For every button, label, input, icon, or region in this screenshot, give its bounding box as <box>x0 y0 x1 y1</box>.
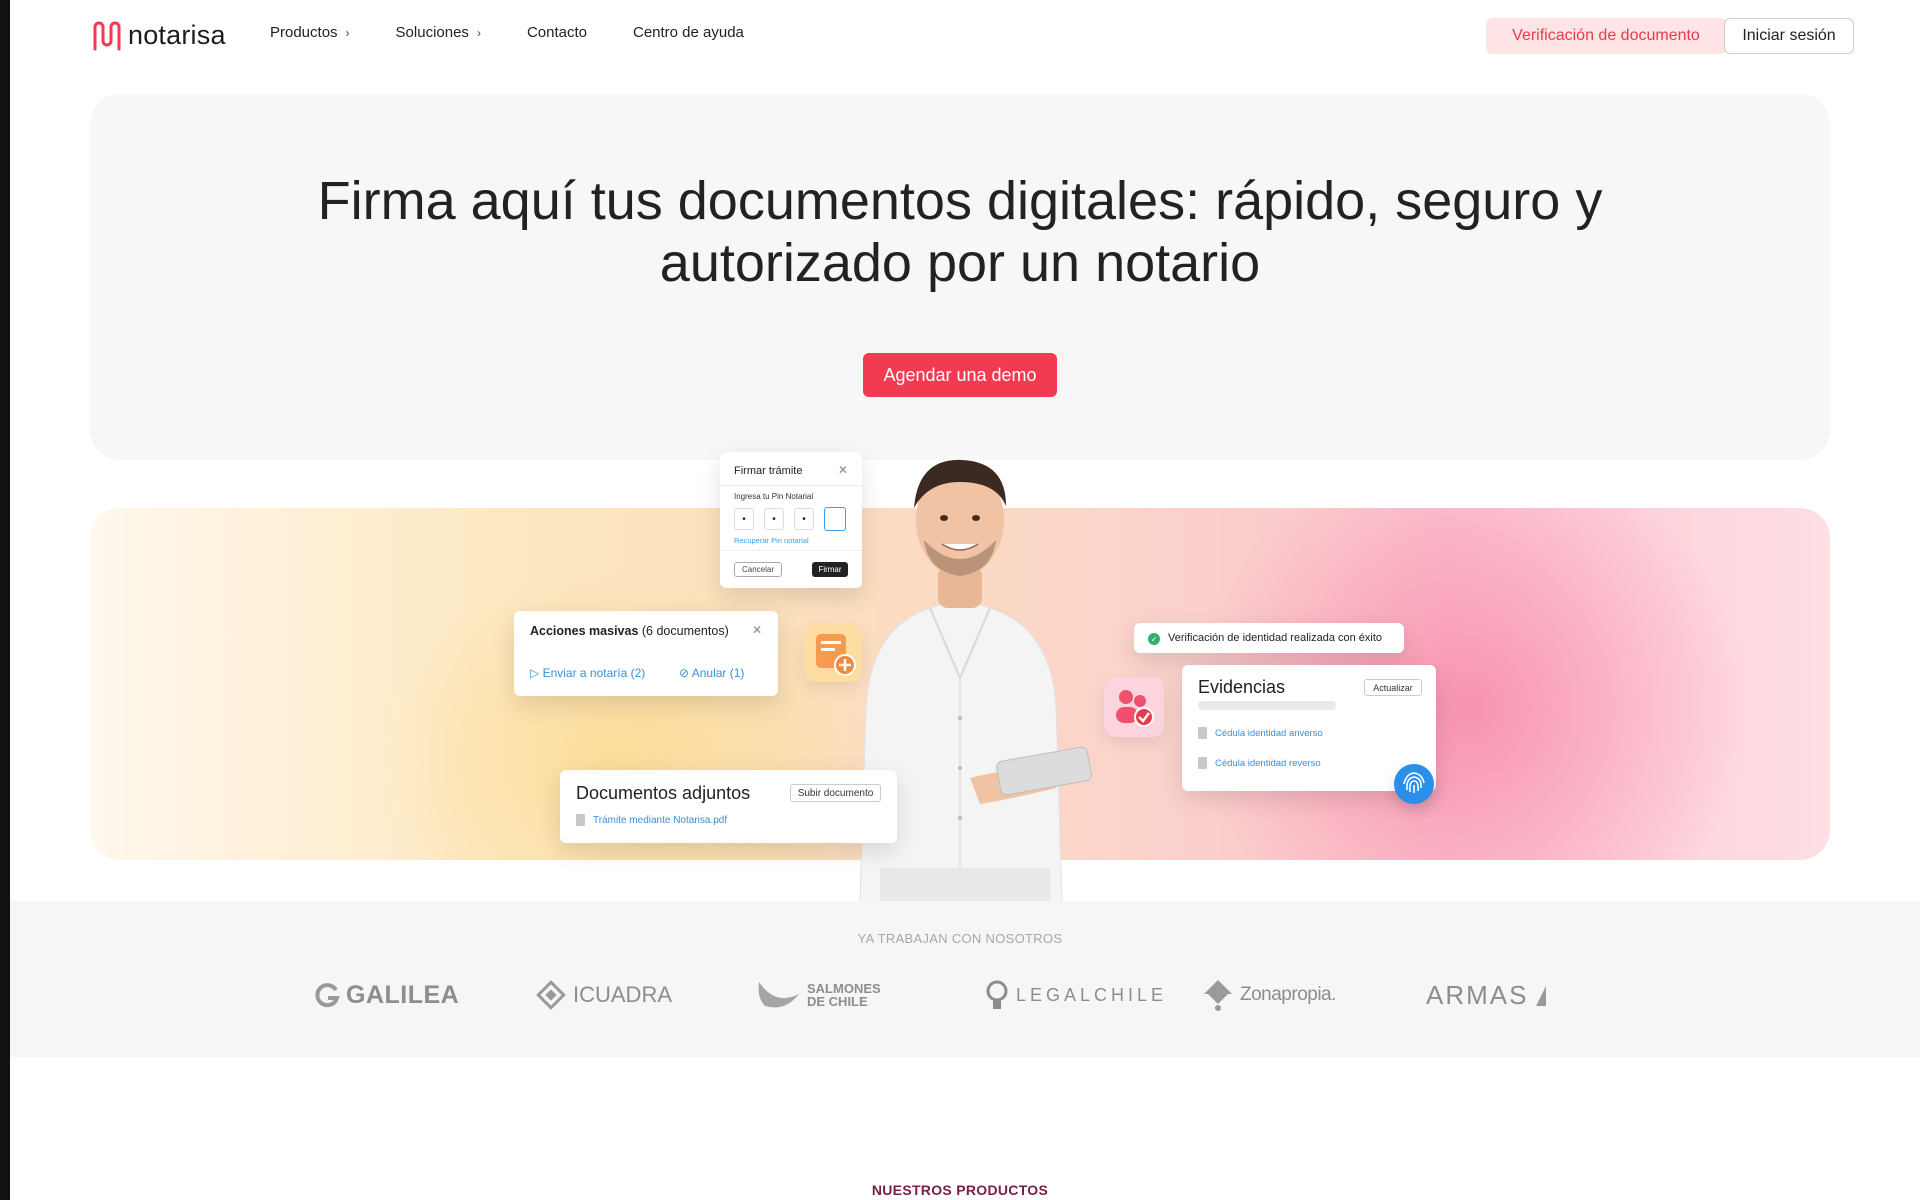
attached-documents-title: Documentos adjuntos <box>576 783 751 803</box>
logo-text: notarisa <box>128 19 226 50</box>
cancel-circle-icon: ⊘ <box>679 666 692 680</box>
fingerprint-icon[interactable] <box>1394 764 1434 804</box>
file-icon <box>576 814 585 826</box>
nav-item-centro-de-ayuda[interactable]: Centro de ayuda <box>633 24 744 41</box>
person-check-icon <box>1104 677 1164 737</box>
nav-item-label: Centro de ayuda <box>632 24 744 41</box>
nav-item-productos[interactable]: Productos › <box>270 24 350 41</box>
galilea-mark-icon <box>315 983 340 1008</box>
nav-item-soluciones[interactable]: Soluciones › <box>396 24 481 41</box>
close-icon[interactable]: ✕ <box>838 463 848 477</box>
top-navbar: notarisa Productos › Soluciones › Contac… <box>10 0 1920 70</box>
login-button[interactable]: Iniciar sesión <box>1724 18 1854 54</box>
schedule-demo-button[interactable]: Agendar una demo <box>863 353 1057 397</box>
cancel-button[interactable]: Cancelar <box>734 562 782 577</box>
verify-document-button[interactable]: Verificación de documento <box>1486 18 1726 54</box>
recover-pin-link[interactable]: Recuperar Pin notarial <box>734 536 809 545</box>
pin-label: Ingresa tu Pin Notarial <box>734 492 814 501</box>
armas-mark-icon <box>1536 986 1547 1006</box>
hero-title-line1: Firma aquí tus documentos digitales: ráp… <box>317 171 1603 231</box>
document-add-icon <box>804 624 862 682</box>
nav-item-label: Soluciones <box>395 24 469 41</box>
evidence-file-link[interactable]: Cédula identidad reverso <box>1198 757 1321 769</box>
client-logo-legalchile: LEGALCHILE <box>984 975 1167 1015</box>
pin-digit-input[interactable]: • <box>764 508 784 530</box>
main-nav: Productos › Soluciones › Contacto Centro… <box>270 24 744 41</box>
send-to-notary-action[interactable]: ▷ Enviar a notaría (2) <box>530 666 645 680</box>
hero-section: Firma aquí tus documentos digitales: ráp… <box>90 94 1830 460</box>
notarisa-logo-icon <box>93 21 121 51</box>
pin-digit-input[interactable]: • <box>794 508 814 530</box>
clients-label: YA TRABAJAN CON NOSOTROS <box>857 931 1063 946</box>
logo[interactable]: notarisa <box>92 19 226 51</box>
loading-bar <box>1198 701 1336 710</box>
evidence-file-link[interactable]: Cédula identidad anverso <box>1198 727 1323 739</box>
evidence-title: Evidencias <box>1198 677 1286 697</box>
attached-file-link[interactable]: Trámite mediante Notarisa.pdf <box>576 814 727 826</box>
divider <box>720 485 862 486</box>
legalchile-mark-icon <box>986 980 1008 1009</box>
file-icon <box>1198 727 1207 739</box>
client-logo-armas: ARMAS <box>1426 975 1548 1015</box>
salmones-mark-icon <box>758 982 799 1008</box>
file-icon <box>1198 757 1207 769</box>
nav-item-label: Contacto <box>526 24 587 41</box>
identity-verified-toast: ✓ Verificación de identidad realizada co… <box>1134 623 1404 653</box>
void-action[interactable]: ⊘ Anular (1) <box>679 666 744 680</box>
sign-button[interactable]: Firmar <box>812 562 848 577</box>
clients-strip: YA TRABAJAN CON NOSOTROS GALILEA ICUADRA… <box>10 901 1920 1057</box>
divider <box>720 550 862 551</box>
send-icon: ▷ <box>530 666 543 680</box>
pin-digit-input[interactable] <box>824 507 846 531</box>
attached-documents-card: Documentos adjuntos Subir documento Trám… <box>560 770 897 843</box>
check-circle-icon: ✓ <box>1148 633 1160 645</box>
bulk-actions-card: Acciones masivas (6 documentos) ✕ ▷ Envi… <box>514 611 778 696</box>
sign-procedure-dialog: Firmar trámite ✕ Ingresa tu Pin Notarial… <box>720 452 862 588</box>
upload-document-button[interactable]: Subir documento <box>790 784 881 802</box>
client-logo-icuadra: ICUADRA <box>535 975 672 1015</box>
toast-text: Verificación de identidad realizada con … <box>1168 632 1383 644</box>
client-logo-zonapropia: Zonapropia. <box>1202 975 1336 1015</box>
client-logo-galilea: GALILEA <box>314 975 459 1015</box>
pin-digit-input[interactable]: • <box>734 508 754 530</box>
zonapropia-mark-icon <box>1204 980 1232 1011</box>
window-edge <box>0 0 10 1200</box>
client-logo-salmones-de-chile: SALMONES DE CHILE <box>755 975 881 1015</box>
dialog-title: Firmar trámite <box>734 465 803 477</box>
chevron-right-icon: › <box>345 25 350 40</box>
products-section-label: NUESTROS PRODUCTOS <box>871 1182 1049 1198</box>
icuadra-mark-icon <box>536 980 566 1010</box>
hero-title: Firma aquí tus documentos digitales: ráp… <box>90 170 1830 294</box>
close-icon[interactable]: ✕ <box>752 623 762 637</box>
chevron-right-icon: › <box>476 25 481 40</box>
nav-item-label: Productos <box>270 24 338 41</box>
hero-title-line2: autorizado por un notario <box>659 233 1261 293</box>
client-logos: GALILEA ICUADRA SALMONES DE CHILE LEGALCH… <box>10 975 1910 1015</box>
bulk-actions-title: Acciones masivas (6 documentos) <box>530 624 729 638</box>
update-button[interactable]: Actualizar <box>1364 679 1422 696</box>
nav-item-contacto[interactable]: Contacto <box>527 24 587 41</box>
